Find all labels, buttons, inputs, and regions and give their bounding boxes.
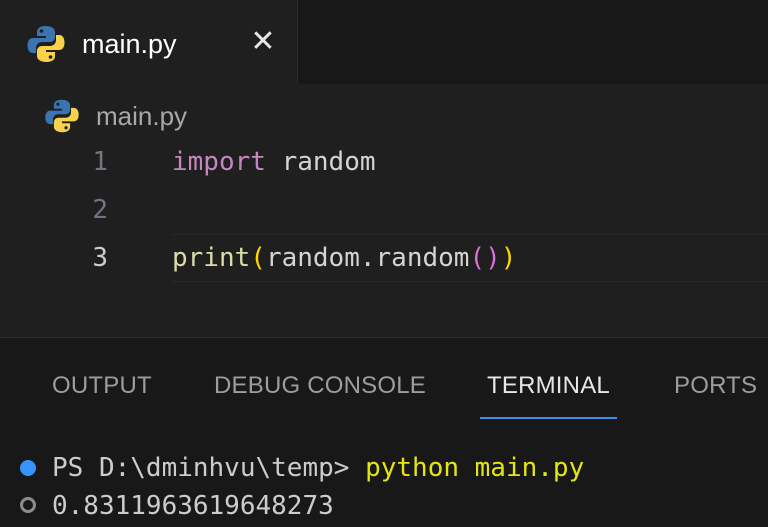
command-status-dot-icon[interactable]	[20, 460, 36, 476]
python-icon	[44, 98, 80, 138]
terminal-output: 0.8311963619648273	[52, 491, 334, 521]
keyword-import: import	[172, 147, 266, 177]
terminal-prompt: PS D:\dminhvu\temp>	[52, 453, 350, 483]
tab-ports[interactable]: PORTS	[674, 366, 757, 406]
line-number: 1	[92, 147, 108, 177]
code-line-1[interactable]: import random	[172, 138, 376, 186]
tab-debug-console[interactable]: DEBUG CONSOLE	[214, 366, 426, 406]
module-name: random	[281, 147, 376, 177]
code-editor[interactable]: 1 2 3 import random print(random.random(…	[0, 138, 768, 338]
output-status-circle-icon[interactable]	[20, 497, 36, 513]
close-icon[interactable]: ✕	[246, 22, 280, 62]
code-line-3[interactable]: print(random.random())	[172, 234, 516, 282]
bracket-inner: ()	[469, 243, 501, 273]
call-expression: random.random	[265, 243, 470, 273]
line-number-active: 3	[92, 243, 108, 273]
breadcrumb-file: main.py	[96, 101, 188, 131]
active-tab-indicator	[480, 417, 617, 419]
bracket-open: (	[250, 243, 266, 273]
bracket-close: )	[500, 243, 517, 273]
function-print: print	[172, 243, 251, 273]
line-number: 2	[92, 195, 108, 225]
terminal-command: python main.py	[365, 453, 585, 483]
terminal-command-line[interactable]: PS D:\dminhvu\temp> python main.py	[52, 450, 584, 486]
python-icon	[26, 24, 66, 68]
editor-tab-bar: main.py ✕	[0, 0, 768, 84]
tab-terminal[interactable]: TERMINAL	[487, 366, 610, 406]
bottom-panel: OUTPUT DEBUG CONSOLE TERMINAL PORTS PS D…	[0, 338, 768, 527]
editor-tab-label: main.py	[82, 29, 177, 59]
editor-tab-main-py[interactable]: main.py ✕	[0, 0, 298, 84]
tab-output[interactable]: OUTPUT	[52, 366, 152, 406]
